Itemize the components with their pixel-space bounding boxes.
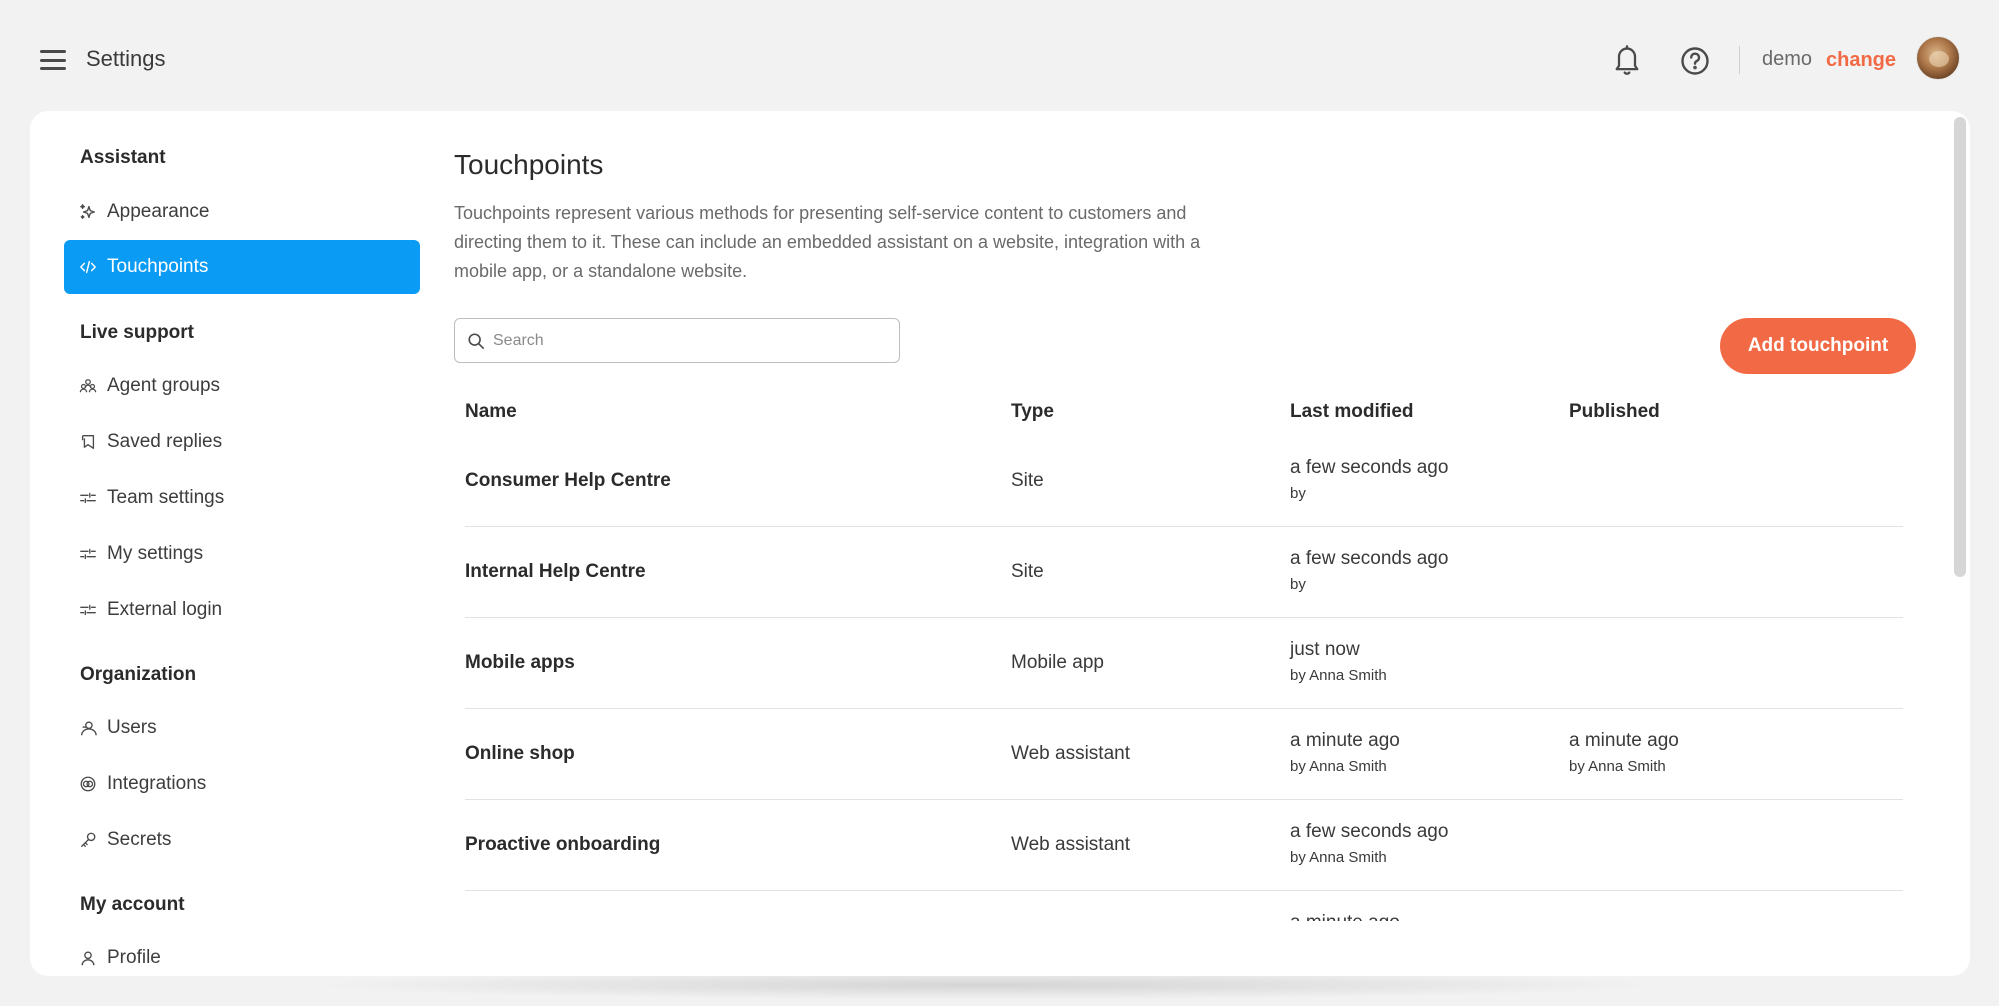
- modified-time: just now: [1290, 639, 1360, 660]
- row-last-modified: a few seconds ago by Anna Smith: [1290, 821, 1448, 866]
- row-type: Site: [1011, 561, 1044, 582]
- row-type: Site: [1011, 470, 1044, 491]
- sidebar-item-agent-groups[interactable]: Agent groups: [64, 359, 420, 413]
- modified-time: a few seconds ago: [1290, 548, 1449, 569]
- page-description: Touchpoints represent various methods fo…: [454, 203, 1201, 281]
- sidebar-item-label: Integrations: [107, 773, 207, 794]
- bookmark-icon: [78, 432, 98, 452]
- table-row[interactable]: Proactive onboarding Web assistant a few…: [465, 800, 1903, 891]
- section-title-my-account: My account: [80, 894, 185, 915]
- row-type: Web assistant: [1011, 743, 1130, 764]
- table-row[interactable]: a minute ago: [465, 891, 1903, 921]
- sidebar-item-secrets[interactable]: Secrets: [64, 813, 420, 867]
- published-time: a minute ago: [1569, 730, 1679, 751]
- search-input[interactable]: [493, 331, 873, 350]
- row-last-modified: a few seconds ago by: [1290, 548, 1448, 593]
- help-icon[interactable]: [1680, 46, 1710, 76]
- menu-icon[interactable]: [40, 50, 66, 70]
- row-name: Internal Help Centre: [465, 561, 646, 582]
- avatar[interactable]: [1916, 36, 1960, 80]
- person-icon: [78, 948, 98, 968]
- user-name: demo: [1762, 48, 1813, 70]
- sidebar-item-label: Touchpoints: [107, 256, 209, 277]
- section-title-assistant: Assistant: [80, 147, 166, 168]
- sidebar-item-users[interactable]: Users: [64, 701, 420, 755]
- sparkle-icon: [78, 202, 98, 222]
- modified-by: by Anna Smith: [1290, 758, 1387, 775]
- sidebar-item-label: Appearance: [107, 201, 210, 222]
- row-name: Online shop: [465, 743, 575, 764]
- sidebar-item-label: Agent groups: [107, 375, 221, 396]
- sidebar-item-team-settings[interactable]: Team settings: [64, 471, 420, 525]
- sidebar-item-label: Profile: [107, 947, 161, 968]
- section-title-organization: Organization: [80, 664, 197, 685]
- row-last-modified: a minute ago: [1290, 912, 1400, 921]
- column-header-last-modified[interactable]: Last modified: [1290, 401, 1414, 423]
- users-icon: [78, 718, 98, 738]
- sidebar-item-touchpoints[interactable]: Touchpoints: [64, 240, 420, 294]
- settings-card: Assistant Appearance Touchpoints Live su…: [30, 111, 1970, 976]
- search-icon: [468, 332, 485, 349]
- search-box[interactable]: [454, 318, 900, 363]
- sidebar-item-profile[interactable]: Profile: [64, 931, 420, 976]
- sidebar-item-my-settings[interactable]: My settings: [64, 527, 420, 581]
- row-last-modified: a few seconds ago by: [1290, 457, 1448, 502]
- add-touchpoint-button[interactable]: Add touchpoint: [1720, 318, 1916, 374]
- sliders-icon: [78, 544, 98, 564]
- sidebar-item-label: My settings: [107, 543, 204, 564]
- main-content: Touchpoints Touchpoints represent variou…: [454, 111, 1954, 976]
- modified-by: by: [1290, 576, 1306, 593]
- modified-by: by Anna Smith: [1290, 667, 1387, 684]
- row-type: Mobile app: [1011, 652, 1104, 673]
- sidebar-item-integrations[interactable]: Integrations: [64, 757, 420, 811]
- table-row[interactable]: Consumer Help Centre Site a few seconds …: [465, 436, 1903, 527]
- sliders-icon: [78, 488, 98, 508]
- row-last-modified: just now by Anna Smith: [1290, 639, 1387, 684]
- row-name: Consumer Help Centre: [465, 470, 671, 491]
- top-bar: Settings demo change: [0, 0, 1999, 110]
- section-title-live-support: Live support: [80, 322, 195, 343]
- sidebar-item-label: External login: [107, 599, 223, 620]
- sliders-icon: [78, 600, 98, 620]
- column-header-published[interactable]: Published: [1569, 401, 1660, 423]
- people-icon: [78, 376, 98, 396]
- sidebar-item-label: Secrets: [107, 829, 172, 850]
- table-row[interactable]: Mobile apps Mobile app just now by Anna …: [465, 618, 1903, 709]
- bell-icon[interactable]: [1613, 44, 1641, 76]
- table-row[interactable]: Internal Help Centre Site a few seconds …: [465, 527, 1903, 618]
- page-title: Touchpoints: [454, 149, 604, 180]
- row-type: Web assistant: [1011, 834, 1130, 855]
- sidebar-item-external-login[interactable]: External login: [64, 583, 420, 637]
- modified-time: a few seconds ago: [1290, 821, 1449, 842]
- sidebar-item-label: Team settings: [107, 487, 225, 508]
- integrations-icon: [78, 774, 98, 794]
- modified-time: a few seconds ago: [1290, 457, 1449, 478]
- table-row[interactable]: Online shop Web assistant a minute ago b…: [465, 709, 1903, 800]
- column-header-type[interactable]: Type: [1011, 401, 1054, 423]
- sidebar-item-label: Users: [107, 717, 157, 738]
- published-by: by Anna Smith: [1569, 758, 1666, 775]
- change-account-link[interactable]: change: [1826, 49, 1896, 72]
- row-name: Mobile apps: [465, 652, 575, 673]
- sidebar-item-saved-replies[interactable]: Saved replies: [64, 415, 420, 469]
- scrollbar-thumb[interactable]: [1954, 117, 1966, 577]
- row-published: a minute ago by Anna Smith: [1569, 730, 1679, 775]
- modified-time: a minute ago: [1290, 730, 1400, 751]
- code-icon: [78, 257, 98, 277]
- header-divider: [1739, 46, 1740, 74]
- modified-time: a minute ago: [1290, 912, 1400, 921]
- app-title: Settings: [86, 46, 166, 71]
- row-last-modified: a minute ago by Anna Smith: [1290, 730, 1400, 775]
- row-name: Proactive onboarding: [465, 834, 661, 855]
- modified-by: by Anna Smith: [1290, 849, 1387, 866]
- sidebar-item-appearance[interactable]: Appearance: [64, 185, 420, 239]
- key-icon: [78, 830, 98, 850]
- table-row-clip: a minute ago: [465, 891, 1903, 921]
- modified-by: by: [1290, 485, 1306, 502]
- sidebar-item-label: Saved replies: [107, 431, 223, 452]
- column-header-name[interactable]: Name: [465, 401, 517, 423]
- sidebar: Assistant Appearance Touchpoints Live su…: [64, 111, 424, 976]
